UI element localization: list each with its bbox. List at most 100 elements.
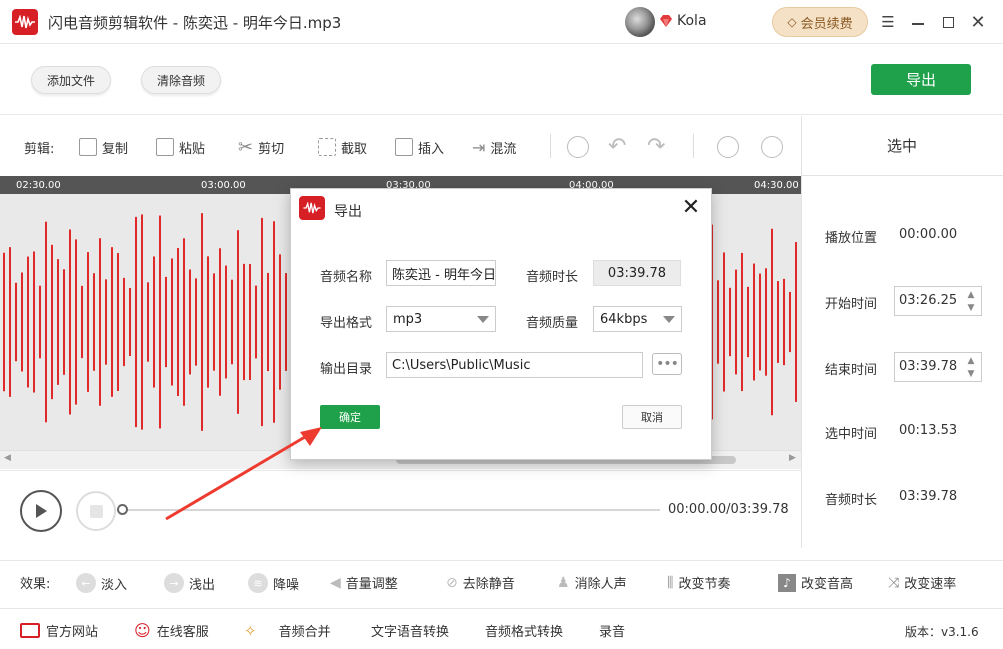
paste-button[interactable]: 粘贴 bbox=[156, 137, 205, 157]
waveform-bar bbox=[171, 258, 173, 386]
waveform-bar bbox=[141, 214, 143, 430]
mix-label: 混流 bbox=[490, 141, 517, 157]
waveform-bar bbox=[741, 252, 743, 392]
vip-renew-button[interactable]: ◇ 会员续费 bbox=[772, 7, 868, 37]
waveform-bar bbox=[717, 280, 719, 364]
start-time-field[interactable]: 03:26.25 ▲ ▼ bbox=[894, 286, 982, 316]
redo-icon[interactable]: ↷ bbox=[647, 134, 665, 159]
waveform-bar bbox=[93, 273, 95, 371]
audio-name-input[interactable]: 陈奕迅 - 明年今日 bbox=[386, 260, 496, 286]
remove-vocals-button[interactable]: ♟ 消除人声 bbox=[557, 573, 627, 593]
maximize-icon[interactable] bbox=[936, 10, 960, 34]
cancel-button[interactable]: 取消 bbox=[622, 405, 682, 429]
waveform-bar bbox=[243, 263, 245, 381]
end-time-field[interactable]: 03:39.78 ▲ ▼ bbox=[894, 352, 982, 382]
start-time-value: 03:26.25 bbox=[899, 293, 958, 308]
waveform-bar bbox=[213, 273, 215, 371]
selection-time-label: 选中时间 bbox=[825, 427, 878, 442]
waveform-bar bbox=[219, 248, 221, 396]
text-to-speech-link[interactable]: 文字语音转换 bbox=[371, 621, 449, 640]
waveform-bar bbox=[249, 263, 251, 381]
fade-in-button[interactable]: ← 淡入 bbox=[76, 573, 127, 593]
add-file-button[interactable]: 添加文件 bbox=[31, 66, 111, 94]
stop-button[interactable] bbox=[76, 491, 116, 531]
waveform-bar bbox=[759, 273, 761, 371]
export-format-select[interactable]: mp3 bbox=[386, 306, 496, 332]
denoise-button[interactable]: ≋ 降噪 bbox=[248, 573, 299, 593]
online-service-label: 在线客服 bbox=[156, 625, 209, 640]
zoom-in-icon[interactable] bbox=[717, 136, 739, 158]
remove-vocals-label: 消除人声 bbox=[574, 577, 627, 592]
close-icon[interactable]: ✕ bbox=[966, 10, 990, 34]
vip-renew-label: 会员续费 bbox=[800, 16, 853, 32]
waveform-bar bbox=[183, 238, 185, 406]
audio-merge-link[interactable]: ✧ 音频合并 bbox=[244, 621, 331, 641]
mix-button[interactable]: ⇥ 混流 bbox=[472, 137, 516, 157]
waveform-bar bbox=[75, 239, 77, 405]
menu-icon[interactable]: ☰ bbox=[876, 10, 900, 34]
username[interactable]: Kola bbox=[677, 13, 707, 29]
selection-panel-header: 选中 bbox=[801, 116, 1003, 176]
spin-down-icon[interactable]: ▼ bbox=[965, 303, 977, 313]
online-service-link[interactable]: ☺ 在线客服 bbox=[134, 621, 209, 640]
zoom-out-icon[interactable] bbox=[761, 136, 783, 158]
spin-up-icon[interactable]: ▲ bbox=[965, 356, 977, 366]
waveform-bar bbox=[207, 256, 209, 388]
fade-out-button[interactable]: → 浅出 bbox=[164, 573, 215, 593]
play-button[interactable] bbox=[20, 490, 62, 532]
copy-button[interactable]: 复制 bbox=[79, 137, 128, 157]
insert-button[interactable]: 插入 bbox=[395, 137, 444, 157]
audio-quality-select[interactable]: 64kbps bbox=[593, 306, 682, 332]
waveform-bar bbox=[15, 282, 17, 362]
official-site-link[interactable]: 官方网站 bbox=[20, 621, 98, 640]
dialog-close-icon[interactable]: ✕ bbox=[680, 197, 702, 220]
scroll-right-icon[interactable]: ▶ bbox=[789, 453, 796, 463]
change-speed-label: 改变速率 bbox=[904, 577, 957, 592]
crop-label: 截取 bbox=[341, 141, 368, 157]
avatar[interactable] bbox=[625, 7, 655, 37]
fade-in-label: 淡入 bbox=[101, 577, 128, 593]
loop-icon[interactable] bbox=[567, 136, 589, 158]
timeline-tick: 03:00.00 bbox=[201, 180, 246, 191]
diamond-outline-icon: ◇ bbox=[787, 15, 797, 29]
waveform-bar bbox=[255, 285, 257, 359]
waveform-bar bbox=[51, 244, 53, 400]
change-pitch-button[interactable]: ♪ 改变音高 bbox=[778, 573, 853, 592]
undo-icon[interactable]: ↶ bbox=[608, 134, 626, 159]
sparkle-icon: ✧ bbox=[244, 621, 257, 640]
audio-duration-label: 音频时长 bbox=[825, 493, 878, 508]
remove-silence-button[interactable]: ⊘ 去除静音 bbox=[446, 573, 515, 593]
record-link[interactable]: 录音 bbox=[599, 621, 625, 640]
waveform-bar bbox=[27, 256, 29, 388]
waveform-bar bbox=[753, 263, 755, 381]
export-button[interactable]: 导出 bbox=[871, 64, 971, 95]
scissors-icon: ✂ bbox=[238, 136, 254, 158]
spin-down-icon[interactable]: ▼ bbox=[965, 369, 977, 379]
format-convert-link[interactable]: 音频格式转换 bbox=[485, 621, 563, 640]
mix-icon: ⇥ bbox=[472, 137, 486, 157]
cut-button[interactable]: ✂ 剪切 bbox=[238, 136, 284, 158]
waveform-bar bbox=[177, 247, 179, 397]
window-title: 闪电音频剪辑软件 - 陈奕迅 - 明年今日.mp3 bbox=[48, 14, 342, 32]
waveform-bar bbox=[777, 281, 779, 363]
waveform-bar bbox=[39, 285, 41, 359]
vocal-icon: ♟ bbox=[557, 574, 570, 591]
output-dir-input[interactable]: C:\Users\Public\Music bbox=[386, 352, 643, 378]
waveform-bar bbox=[105, 279, 107, 365]
fade-out-label: 浅出 bbox=[189, 577, 216, 593]
change-speed-button[interactable]: ⤨ 改变速率 bbox=[888, 573, 957, 593]
spin-up-icon[interactable]: ▲ bbox=[965, 290, 977, 300]
clear-audio-button[interactable]: 清除音频 bbox=[141, 66, 221, 94]
scroll-left-icon[interactable]: ◀ bbox=[4, 453, 11, 463]
volume-adjust-button[interactable]: ◀ 音量调整 bbox=[330, 573, 398, 593]
browse-button[interactable]: ••• bbox=[652, 353, 682, 375]
volume-adjust-label: 音量调整 bbox=[345, 577, 398, 592]
change-pitch-label: 改变音高 bbox=[801, 577, 854, 592]
minimize-icon[interactable] bbox=[906, 10, 930, 34]
crop-button[interactable]: 截取 bbox=[318, 137, 367, 157]
play-position-label: 播放位置 bbox=[825, 231, 878, 246]
change-tempo-button[interactable]: ⫼ 改变节奏 bbox=[667, 573, 730, 593]
waveform-bar bbox=[129, 287, 131, 357]
playback-progress-knob[interactable] bbox=[117, 504, 128, 515]
timeline-tick: 02:30.00 bbox=[16, 180, 61, 191]
